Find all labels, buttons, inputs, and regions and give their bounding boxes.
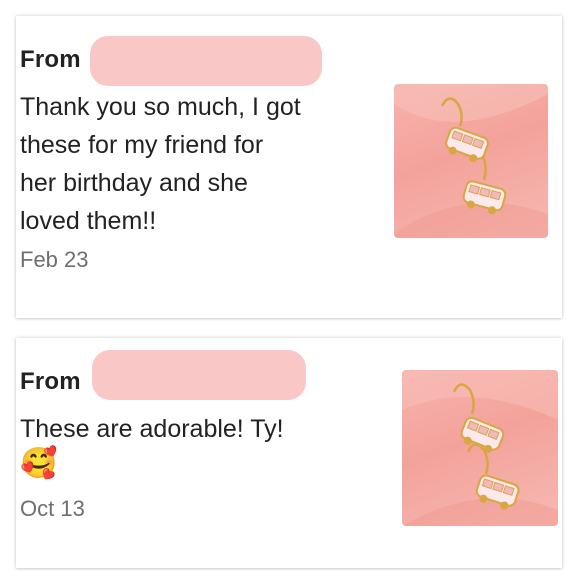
message-line: loved them!!	[20, 207, 157, 235]
redacted-username	[90, 36, 322, 86]
review-message: These are adorable! Ty!	[20, 410, 284, 448]
review-photo[interactable]	[394, 84, 548, 238]
review-card: From Thank you so much, I got these for …	[16, 16, 562, 318]
message-line: her birthday and she	[20, 169, 248, 197]
review-date: Feb 23	[20, 247, 89, 272]
message-line: These are adorable! Ty!	[20, 415, 284, 443]
review-date: Oct 13	[20, 496, 85, 521]
smiling-hearts-emoji: 🥰	[20, 446, 58, 481]
review-message: Thank you so much, I got these for my fr…	[20, 88, 301, 240]
redacted-username	[92, 350, 306, 400]
from-label: From	[20, 46, 81, 73]
bus-earrings-icon	[394, 84, 548, 238]
review-card: From These are adorable! Ty! 🥰 Oct 13	[16, 338, 562, 568]
message-line: Thank you so much, I got	[20, 93, 301, 121]
bus-earrings-icon	[402, 370, 558, 526]
review-photo[interactable]	[402, 370, 558, 526]
message-line: these for my friend for	[20, 131, 264, 159]
from-label: From	[20, 368, 81, 395]
